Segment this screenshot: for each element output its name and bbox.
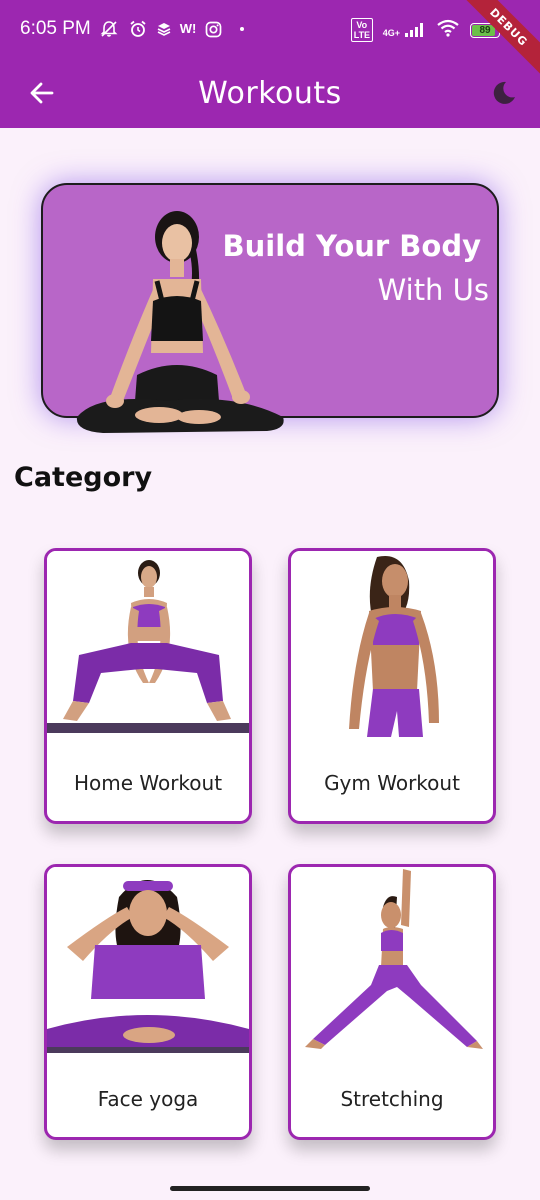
moon-icon [493, 81, 515, 104]
banner-title: Build Your Body [222, 229, 481, 263]
face-yoga-image [47, 867, 249, 1053]
category-card-stretching[interactable]: Stretching [288, 864, 496, 1140]
wifi-icon [436, 19, 460, 41]
theme-toggle-button[interactable] [484, 73, 524, 113]
signal-icon: 4G+ [383, 22, 426, 38]
carrier-logo: W! [179, 21, 197, 36]
volte-badge: Vo LTE [350, 18, 373, 42]
network-type: 4G+ [382, 28, 400, 38]
layers-icon [157, 22, 171, 36]
app-bar: Workouts [0, 58, 540, 128]
home-workout-image [47, 551, 249, 737]
status-right-group: Vo LTE 4G+ 89 [350, 18, 503, 42]
status-bar: 6:05 PM W! Vo LTE 4G+ 89 DEBUG [0, 0, 540, 81]
battery-level: 89 [479, 24, 491, 36]
muted-bell-icon [99, 19, 119, 39]
category-card-home-workout[interactable]: Home Workout [44, 548, 252, 824]
dot-icon [239, 26, 245, 32]
home-indicator[interactable] [170, 1186, 370, 1191]
status-time: 6:05 PM [20, 18, 91, 39]
alarm-icon [128, 19, 148, 39]
card-label: Face yoga [97, 1087, 199, 1111]
stretching-image [291, 867, 493, 1053]
hero-banner: Build Your Body With Us [41, 183, 499, 433]
back-button[interactable] [22, 73, 62, 113]
arrow-left-icon [30, 82, 54, 104]
card-label: Stretching [340, 1087, 444, 1111]
card-label: Home Workout [73, 771, 223, 795]
banner-subtitle: With Us [377, 273, 489, 307]
page-title: Workouts [198, 75, 342, 111]
gym-workout-image [291, 551, 493, 737]
category-card-face-yoga[interactable]: Face yoga [44, 864, 252, 1140]
category-heading: Category [14, 462, 153, 493]
instagram-icon [205, 21, 222, 38]
category-card-gym-workout[interactable]: Gym Workout [288, 548, 496, 824]
card-label: Gym Workout [324, 771, 460, 795]
